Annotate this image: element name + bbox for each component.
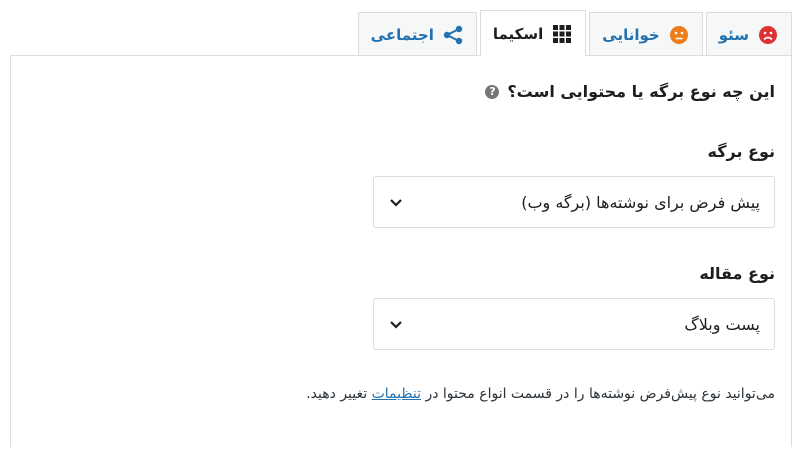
- share-icon: [442, 24, 464, 46]
- metabox-tabs: سئو خوانایی اسکیما اجتماعی: [355, 10, 792, 56]
- article-type-value: پست وبلاگ: [684, 314, 760, 334]
- chevron-down-icon: [388, 194, 404, 210]
- page-type-value: پیش فرض برای نوشته‌ها (برگه وب): [521, 192, 760, 212]
- tab-schema[interactable]: اسکیما: [479, 10, 587, 56]
- tab-schema-label: اسکیما: [492, 24, 544, 43]
- note-suffix: تغییر دهید.: [306, 386, 368, 402]
- grid-icon: [551, 23, 573, 45]
- tab-social-label: اجتماعی: [370, 25, 434, 44]
- schema-question-text: این چه نوع برگه یا محتوایی است؟: [507, 82, 775, 101]
- article-type-label: نوع مقاله: [699, 264, 775, 283]
- tab-readability-label: خوانایی: [602, 25, 660, 44]
- page-type-label: نوع برگه: [707, 142, 775, 161]
- tab-seo-label: سئو: [718, 25, 749, 44]
- note-prefix: می‌توانید نوع پیش‌فرض نوشته‌ها را در قسم…: [425, 386, 775, 402]
- page-type-select[interactable]: پیش فرض برای نوشته‌ها (برگه وب): [373, 176, 775, 228]
- chevron-down-icon: [388, 316, 404, 332]
- help-icon[interactable]: ?: [485, 84, 500, 99]
- schema-panel: این چه نوع برگه یا محتوایی است؟ ? نوع بر…: [10, 55, 792, 447]
- settings-link[interactable]: تنظیمات: [372, 386, 421, 402]
- tab-seo[interactable]: سئو: [705, 12, 792, 56]
- neutral-face-icon: [668, 24, 690, 46]
- article-type-select[interactable]: پست وبلاگ: [373, 298, 775, 350]
- schema-question: این چه نوع برگه یا محتوایی است؟ ?: [485, 82, 775, 101]
- tab-readability[interactable]: خوانایی: [589, 12, 703, 56]
- tab-social[interactable]: اجتماعی: [357, 12, 477, 56]
- settings-note: می‌توانید نوع پیش‌فرض نوشته‌ها را در قسم…: [306, 386, 775, 402]
- sad-face-icon: [757, 24, 779, 46]
